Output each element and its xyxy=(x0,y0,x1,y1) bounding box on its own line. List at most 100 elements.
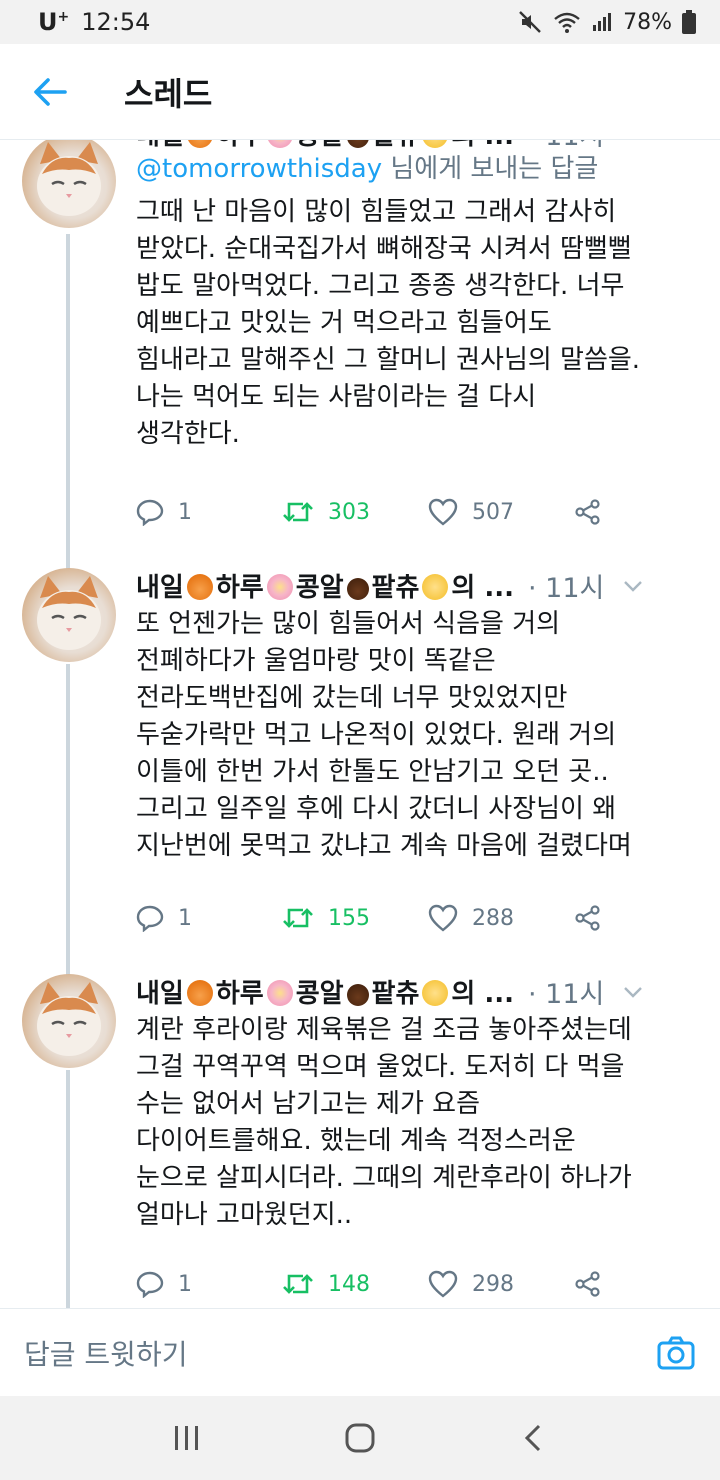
tweet-text-line: 전폐하다가 울엄마랑 맛이 똑같은 xyxy=(136,646,496,676)
avatar[interactable] xyxy=(22,568,116,662)
author-name[interactable]: 내일하루콩알팥츄의 ... xyxy=(136,567,514,604)
tweet-text: 또 언젠가는 많이 힘들어서 식음을 거의 전폐하다가 울엄마랑 맛이 똑같은 … xyxy=(136,606,706,865)
tweet-text: 계란 후라이랑 제육볶은 걸 조금 놓아주셨는데 그걸 꾸역꾸역 먹으며 울었다… xyxy=(136,1012,706,1234)
retweet-button[interactable]: 148 xyxy=(282,1264,370,1304)
chevron-down-icon[interactable] xyxy=(622,575,644,597)
flower-emoji-icon xyxy=(266,140,293,148)
tweet-text-line: 그때 난 마음이 많이 힘들었고 그래서 감사히 xyxy=(136,197,617,227)
heart-icon xyxy=(428,498,458,526)
tweet-text-line: 지난번에 못먹고 갔냐고 계속 마음에 걸렸다며 xyxy=(136,831,632,861)
tweet-text-line: 밥도 말아먹었다. 그리고 종종 생각한다. 너무 xyxy=(136,271,625,301)
paw-emoji-icon xyxy=(346,578,369,600)
tweet-text-line: 받았다. 순대국집가서 뼈해장국 시켜서 땀뻘뻘 xyxy=(136,234,632,264)
retweet-count: 155 xyxy=(328,905,370,931)
status-bar: U+ 12:54 78% xyxy=(0,0,720,44)
heart-icon xyxy=(428,1270,458,1298)
tweet-text-line: 그리고 일주일 후에 다시 갔더니 사장님이 왜 xyxy=(136,794,617,824)
tweet-text-line: 그걸 꾸역꾸역 먹으며 울었다. 도저히 다 먹을 xyxy=(136,1052,625,1082)
share-icon xyxy=(575,905,600,931)
fox-emoji-icon xyxy=(186,574,213,600)
cat-avatar-image xyxy=(37,576,101,650)
baby-emoji-icon xyxy=(422,140,449,148)
fox-emoji-icon xyxy=(186,140,213,148)
reply-to-handle[interactable]: @tomorrowthisday xyxy=(136,154,382,184)
tweet-text-line: 예쁘다고 맛있는 거 먹으라고 힘들어도 xyxy=(136,308,552,338)
battery-icon xyxy=(682,10,696,34)
author-name[interactable]: 내일하루콩알팥츄의 ... xyxy=(136,973,514,1010)
tweet-time: · 11시 xyxy=(527,573,605,604)
baby-emoji-icon xyxy=(422,980,449,1006)
tweet-text-line: 또 언젠가는 많이 힘들어서 식음을 거의 xyxy=(136,609,561,639)
retweet-icon xyxy=(283,908,313,928)
retweet-count: 303 xyxy=(328,499,370,525)
tweet[interactable]: 내일하루콩알팥츄의 ... · 11시 @tomorrowthisday 님에게… xyxy=(0,140,720,566)
tweet-text-line: 나는 먹어도 되는 사람이라는 걸 다시 xyxy=(136,382,537,412)
reply-button[interactable]: 1 xyxy=(136,492,192,532)
avatar[interactable] xyxy=(22,140,116,228)
reply-to-line: @tomorrowthisday 님에게 보내는 답글 xyxy=(136,148,598,185)
tweet-text-line: 힘내라고 말해주신 그 할머니 권사님의 말씀을. xyxy=(136,345,641,375)
tweet-text: 그때 난 마음이 많이 힘들었고 그래서 감사히 받았다. 순대국집가서 뼈해장… xyxy=(136,194,706,453)
heart-icon xyxy=(428,904,458,932)
reply-composer-bar[interactable]: 답글 트윗하기 xyxy=(0,1308,720,1396)
tweet-actions: 1 155 288 xyxy=(136,898,616,938)
cat-avatar-image xyxy=(37,142,101,216)
like-count: 288 xyxy=(472,905,514,931)
wifi-icon xyxy=(553,10,581,34)
share-icon xyxy=(575,499,600,525)
share-button[interactable] xyxy=(574,1264,602,1304)
reply-icon xyxy=(136,905,164,932)
battery-level: 78% xyxy=(623,9,672,35)
tweet-header: 내일하루콩알팥츄의 ... · 11시 xyxy=(136,566,696,605)
chevron-down-icon[interactable] xyxy=(622,981,644,1003)
system-back-button[interactable] xyxy=(503,1408,563,1468)
tweet-text-line: 생각한다. xyxy=(136,419,240,449)
flower-emoji-icon xyxy=(266,574,293,600)
share-icon xyxy=(575,1271,600,1297)
tweet-text-line: 전라도백반집에 갔는데 너무 맛있었지만 xyxy=(136,683,568,713)
back-button[interactable] xyxy=(0,44,100,140)
thread[interactable]: 내일하루콩알팥츄의 ... · 11시 @tomorrowthisday 님에게… xyxy=(0,140,720,1308)
tweet-text-line: 두숟가락만 먹고 나온적이 있었다. 원래 거의 xyxy=(136,720,617,750)
retweet-button[interactable]: 303 xyxy=(282,492,370,532)
reply-icon xyxy=(136,1271,164,1298)
cat-avatar-image xyxy=(37,982,101,1056)
chevron-left-icon xyxy=(525,1424,541,1452)
camera-icon[interactable] xyxy=(656,1333,696,1373)
page-title: 스레드 xyxy=(124,74,213,113)
app-header: 스레드 xyxy=(0,44,720,140)
home-button[interactable] xyxy=(330,1408,390,1468)
like-button[interactable]: 507 xyxy=(428,492,514,532)
tweet-text-line: 눈으로 살피시더라. 그때의 계란후라이 하나가 xyxy=(136,1163,632,1193)
thread-connector xyxy=(66,1070,70,1308)
tweet[interactable]: 내일 하루 콩알 팥츄 의 ... · 11시 계란 후라이랑 제육볶은 걸 조금 놓아… xyxy=(0,972,720,1308)
avatar[interactable] xyxy=(22,974,116,1068)
fox-emoji-icon xyxy=(186,980,213,1006)
retweet-button[interactable]: 155 xyxy=(282,898,370,938)
like-count: 298 xyxy=(472,1271,514,1297)
tweet-actions: 1 303 507 xyxy=(136,492,616,532)
tweet-text-line: 다이어트를해요. 했는데 계속 걱정스러운 xyxy=(136,1126,576,1156)
retweet-icon xyxy=(283,502,313,522)
signal-icon xyxy=(591,11,613,33)
back-arrow-icon xyxy=(34,77,67,106)
share-button[interactable] xyxy=(574,898,602,938)
recent-apps-icon xyxy=(174,1426,198,1450)
paw-emoji-icon xyxy=(346,984,369,1006)
tweet-text-line: 수는 없어서 남기고는 제가 요즘 xyxy=(136,1089,481,1119)
reply-count: 1 xyxy=(178,499,192,525)
like-count: 507 xyxy=(472,499,514,525)
reply-button[interactable]: 1 xyxy=(136,1264,192,1304)
like-button[interactable]: 288 xyxy=(428,898,514,938)
reply-input[interactable]: 답글 트윗하기 xyxy=(24,1333,187,1373)
reply-button[interactable]: 1 xyxy=(136,898,192,938)
thread-connector xyxy=(66,664,70,972)
share-button[interactable] xyxy=(574,492,602,532)
like-button[interactable]: 298 xyxy=(428,1264,514,1304)
tweet-text-line: 계란 후라이랑 제육볶은 걸 조금 놓아주셨는데 xyxy=(136,1015,632,1045)
tweet[interactable]: 내일 하루 콩알 팥츄 의 ... · 11시 또 언젠가는 많이 힘들어서 식음을 거… xyxy=(0,566,720,972)
status-time: 12:54 xyxy=(81,8,151,36)
recent-apps-button[interactable] xyxy=(157,1408,217,1468)
thread-connector xyxy=(66,234,70,566)
reply-to-suffix: 님에게 보내는 답글 xyxy=(382,154,599,184)
